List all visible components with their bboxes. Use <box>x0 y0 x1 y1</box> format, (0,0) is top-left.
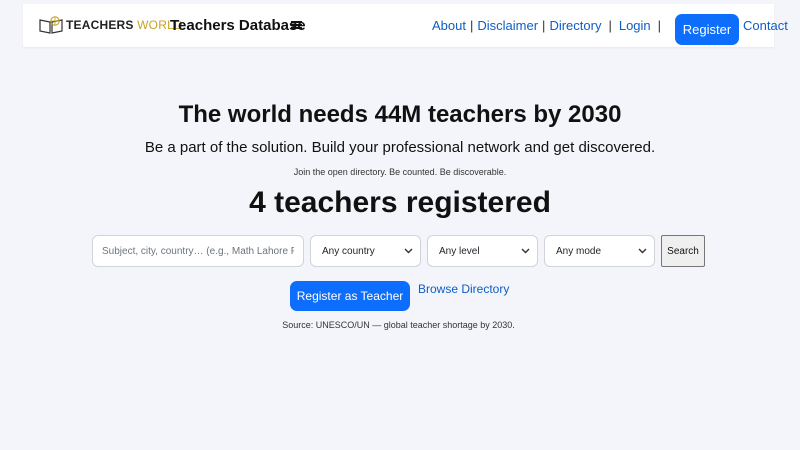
logo-word-teachers: TEACHERS <box>66 18 134 32</box>
level-select-value: Any level <box>439 245 480 257</box>
open-book-globe-icon <box>39 16 63 34</box>
nav-link-login[interactable]: Login <box>619 18 651 33</box>
logo-text: TEACHERS WORLD <box>66 18 183 32</box>
nav-link-disclaimer[interactable]: Disclaimer <box>477 18 538 33</box>
country-select-value: Any country <box>322 245 375 257</box>
search-input[interactable] <box>92 235 304 267</box>
hamburger-menu-icon[interactable] <box>291 19 302 31</box>
search-button[interactable]: Search <box>661 235 705 267</box>
mode-select-value: Any mode <box>556 245 602 257</box>
site-logo[interactable]: TEACHERS WORLD <box>38 15 183 35</box>
chevron-down-icon <box>404 248 413 254</box>
source-note: Source: UNESCO/UN — global teacher short… <box>282 320 515 330</box>
nav-separator: | <box>657 18 662 33</box>
nav-links: About | Disclaimer | Directory | Login | <box>432 18 668 33</box>
chevron-down-icon <box>521 248 530 254</box>
hero-subheadline: Be a part of the solution. Build your pr… <box>144 139 656 156</box>
teacher-count: 4 teachers registered <box>249 186 551 219</box>
brand-title[interactable]: Teachers Database <box>170 17 306 34</box>
nav-link-contact[interactable]: Contact <box>743 18 788 33</box>
nav-separator: | <box>542 18 546 33</box>
hero-note: Join the open directory. Be counted. Be … <box>293 167 507 177</box>
country-select[interactable]: Any country <box>310 235 421 267</box>
browse-directory-link[interactable]: Browse Directory <box>418 282 509 296</box>
level-select[interactable]: Any level <box>427 235 538 267</box>
chevron-down-icon <box>638 248 647 254</box>
nav-link-directory[interactable]: Directory <box>549 18 601 33</box>
nav-separator: | <box>608 18 612 33</box>
top-navbar: TEACHERS WORLD Teachers Database About |… <box>23 4 788 47</box>
mode-select[interactable]: Any mode <box>544 235 655 267</box>
nav-register-button[interactable]: Register <box>675 14 739 45</box>
register-as-teacher-button[interactable]: Register as Teacher <box>290 281 410 311</box>
nav-link-about[interactable]: About <box>432 18 466 33</box>
nav-separator: | <box>469 18 474 33</box>
hero-headline: The world needs 44M teachers by 2030 <box>178 101 622 128</box>
